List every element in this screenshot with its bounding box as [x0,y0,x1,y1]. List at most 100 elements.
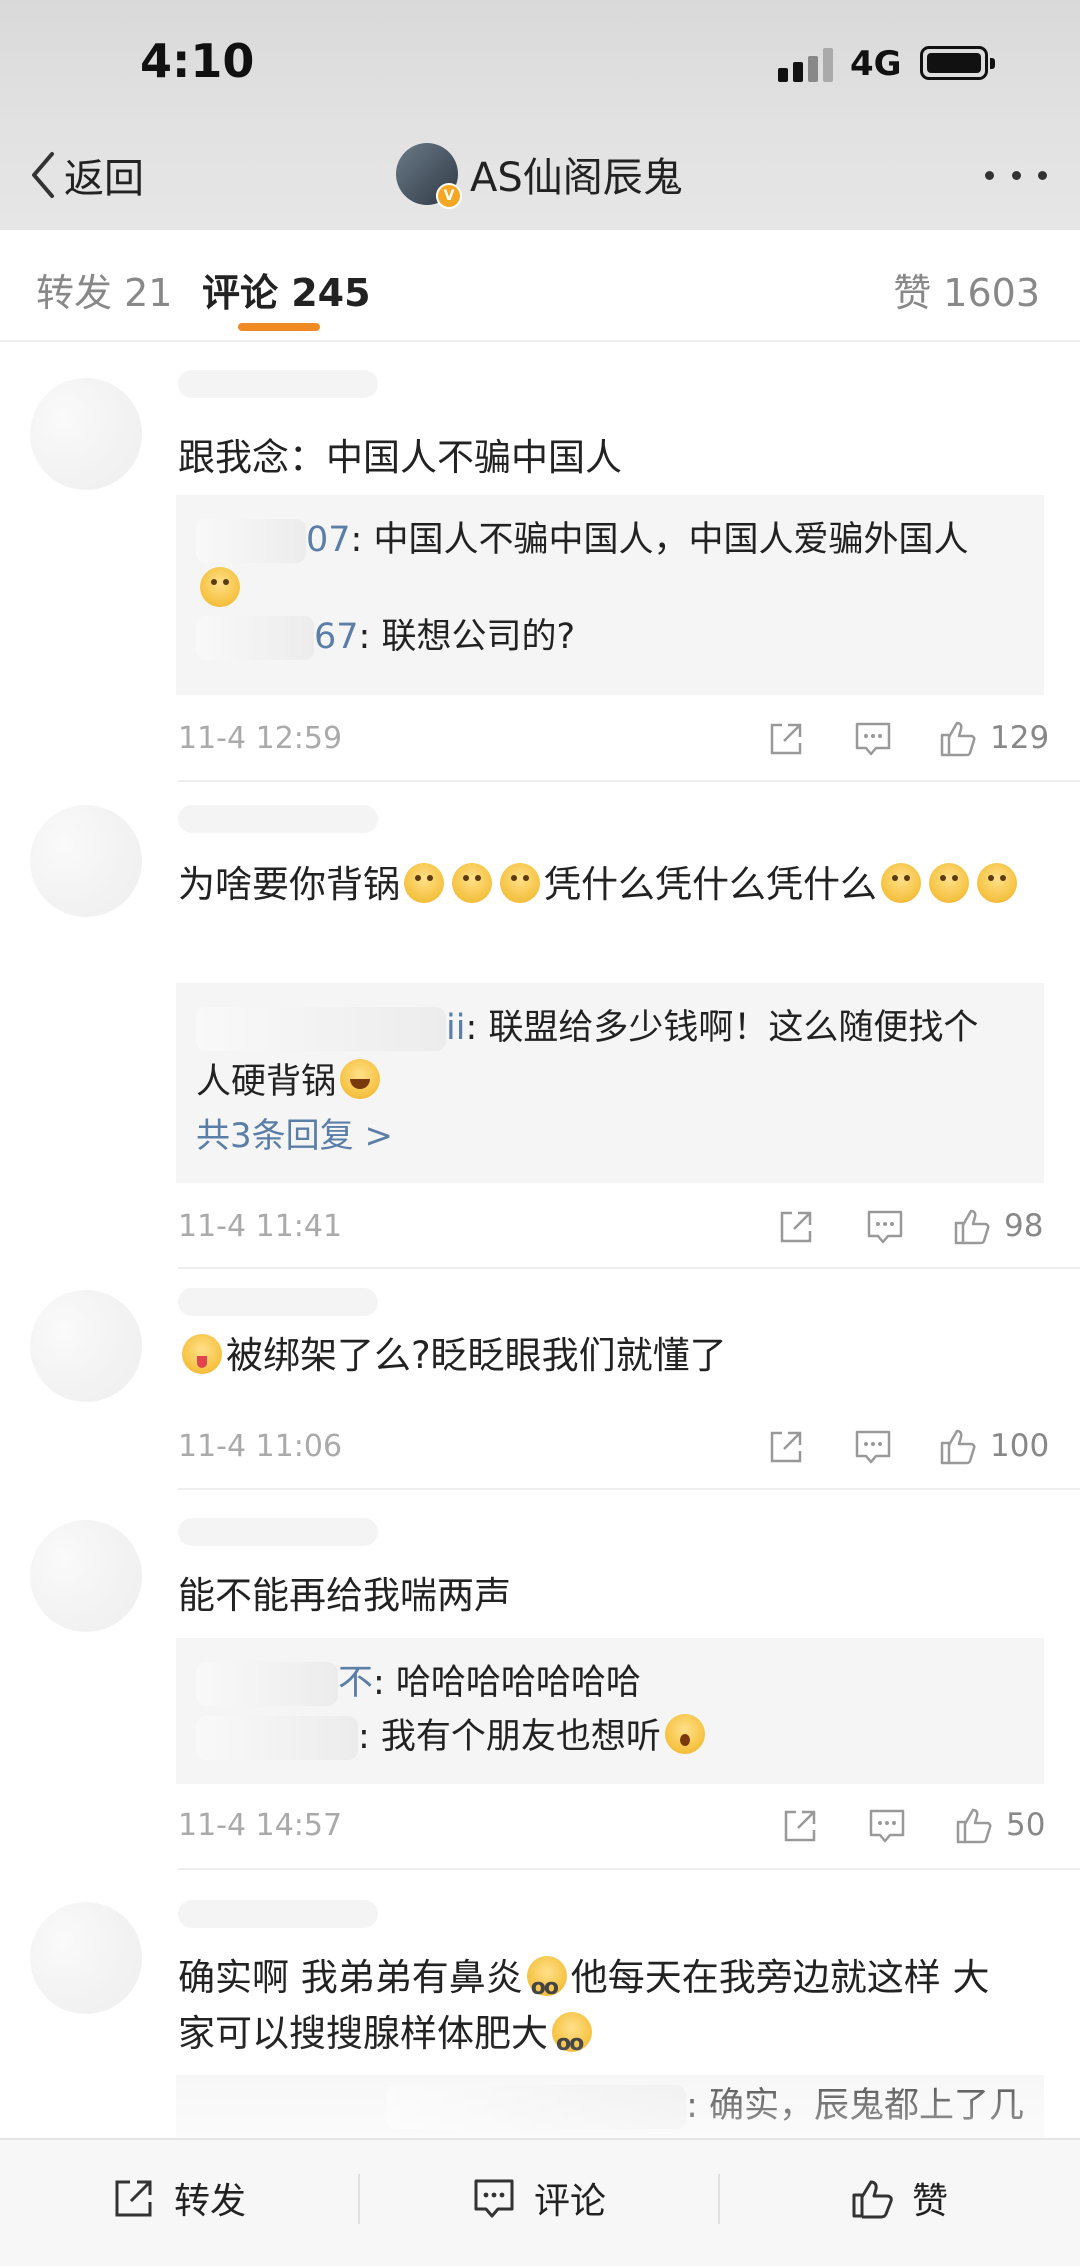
divider [178,1868,1080,1870]
comment-text-part: 被绑架了么?眨眨眼我们就懂了 [226,1334,727,1377]
divider [358,2174,360,2224]
like-label: 赞 [912,2181,949,2222]
doge-emoji-icon [200,567,240,607]
view-more-replies-link[interactable]: 共3条回复 > [196,1109,1024,1163]
like-count: 50 [1006,1807,1046,1843]
thumbs-up-icon [956,1808,992,1844]
like-button[interactable]: 98 [952,1205,1043,1247]
comment-text: 能不能再给我喘两声 [178,1574,511,1617]
comment-button[interactable]: 评论 [472,2170,606,2226]
commenter-name[interactable] [178,805,378,833]
battery-icon [920,46,995,80]
comment-meta: 11-4 12:59 129 [178,715,1049,765]
reply-line: ii: 联盟给多少钱啊！这么随便找个 [196,1001,1024,1055]
bottom-action-bar: 转发 评论 赞 [0,2138,1080,2266]
commenter-name[interactable] [178,1288,378,1316]
thumbs-up-icon [940,1429,976,1465]
comment-text: 为啥要你背锅 凭什么凭什么凭什么 [178,857,1040,913]
share-icon[interactable] [768,721,804,757]
reply-icon[interactable] [868,1808,906,1844]
reply-username-tail[interactable]: 不 [338,1663,373,1703]
comment-time: 11-4 14:57 [178,1808,343,1843]
commenter-avatar[interactable] [30,1902,142,2014]
share-icon[interactable] [768,1429,804,1465]
commenter-name[interactable] [178,370,378,398]
like-count: 98 [1004,1208,1044,1244]
dot-icon [1011,170,1021,180]
comment-text-part: 家可以搜搜腺样体肥大 [178,2012,548,2055]
repost-button[interactable]: 转发 [112,2170,246,2226]
comment-text-part: 他每天在我旁边就这样 大 [570,1956,990,1999]
reply-box[interactable]: 07: 中国人不骗中国人，中国人爱骗外国人 67: 联想公司的? [176,495,1044,695]
back-button[interactable]: 返回 [28,145,144,205]
reply-box[interactable]: ii: 联盟给多少钱啊！这么随便找个 人硬背锅 共3条回复 > [176,983,1044,1183]
doge-emoji-icon [977,863,1017,903]
reply-text: : 哈哈哈哈哈哈哈 [373,1663,641,1703]
comment-text-part: 确实啊 我弟弟有鼻炎 [178,1956,523,1999]
tongue-emoji-icon [182,1334,222,1374]
commenter-avatar[interactable] [30,378,142,490]
glasses-emoji-icon [552,2012,592,2072]
avatar: V [396,143,462,209]
reply-username-tail[interactable]: ii [446,1008,465,1048]
commenter-avatar[interactable] [30,1520,142,1632]
reply-icon[interactable] [854,1429,892,1465]
tab-likes[interactable]: 赞 1603 [893,262,1040,317]
commenter-avatar[interactable] [30,805,142,917]
commenter-avatar[interactable] [30,1290,142,1402]
like-post-button[interactable]: 赞 [850,2170,948,2226]
page-title: AS仙阁辰鬼 [470,155,683,201]
reply-icon[interactable] [866,1209,904,1245]
reply-username-blurred [196,1662,338,1706]
comment-text: 确实啊 我弟弟有鼻炎 他每天在我旁边就这样 大家可以搜搜腺样体肥大 [178,1950,1040,2072]
reply-icon[interactable] [854,721,892,757]
doge-emoji-icon [452,863,492,903]
commenter-name[interactable] [178,1518,378,1546]
top-bar: 4:10 4G 返回 V AS仙阁辰鬼 [0,0,1080,230]
reply-username-tail[interactable]: 07 [306,520,351,560]
comment-label: 评论 [534,2181,607,2222]
active-tab-indicator [238,323,320,331]
back-label: 返回 [64,156,144,202]
like-button[interactable]: 129 [938,717,1049,759]
reply-username-tail[interactable]: 67 [314,617,359,657]
tab-bar: 转发 21 评论 245 赞 1603 [0,230,1080,342]
like-button[interactable]: 100 [938,1425,1049,1467]
reply-text: : 联想公司的? [358,617,576,657]
reply-box[interactable]: 不: 哈哈哈哈哈哈哈 : 我有个朋友也想听 [176,1638,1044,1784]
comment-icon [474,2179,514,2218]
tab-repost[interactable]: 转发 21 [36,262,172,317]
thumbs-up-icon [940,721,976,757]
comment-time: 11-4 12:59 [178,721,343,756]
comment-text-part: 凭什么凭什么凭什么 [544,863,877,906]
chevron-left-icon [32,152,54,198]
divider [178,1488,1080,1490]
share-icon [115,2180,152,2217]
comment-meta: 11-4 11:41 98 [178,1203,1043,1253]
tab-comments[interactable]: 评论 245 [202,262,371,317]
comment-text-part: 为啥要你背锅 [178,863,400,906]
reply-line: : 我有个朋友也想听 [196,1710,1024,1764]
comment-time: 11-4 11:41 [178,1209,343,1244]
signal-icon [778,48,834,82]
reply-line [196,567,1024,610]
like-button[interactable]: 50 [954,1804,1045,1846]
reply-username-blurred [196,616,314,660]
dot-icon [985,170,994,180]
reply-box[interactable]: : 确实，辰鬼都上了几 [176,2075,1044,2138]
reply-text: : 中国人不骗中国人，中国人爱骗外国人 [350,520,969,560]
reply-line: 不: 哈哈哈哈哈哈哈 [196,1656,1024,1710]
reply-username-blurred [196,519,306,563]
glasses-emoji-icon [526,1956,567,2016]
like-count: 129 [990,720,1050,756]
shocked-emoji-icon [664,1714,705,1754]
commenter-name[interactable] [178,1900,378,1928]
share-icon[interactable] [778,1209,814,1245]
divider [718,2174,720,2224]
profile-title[interactable]: V AS仙阁辰鬼 [396,140,683,209]
divider [178,780,1080,782]
comment-meta: 11-4 11:06 100 [178,1423,1049,1473]
verified-badge-icon: V [436,183,462,209]
more-options-button[interactable] [985,165,1047,185]
share-icon[interactable] [782,1808,818,1844]
